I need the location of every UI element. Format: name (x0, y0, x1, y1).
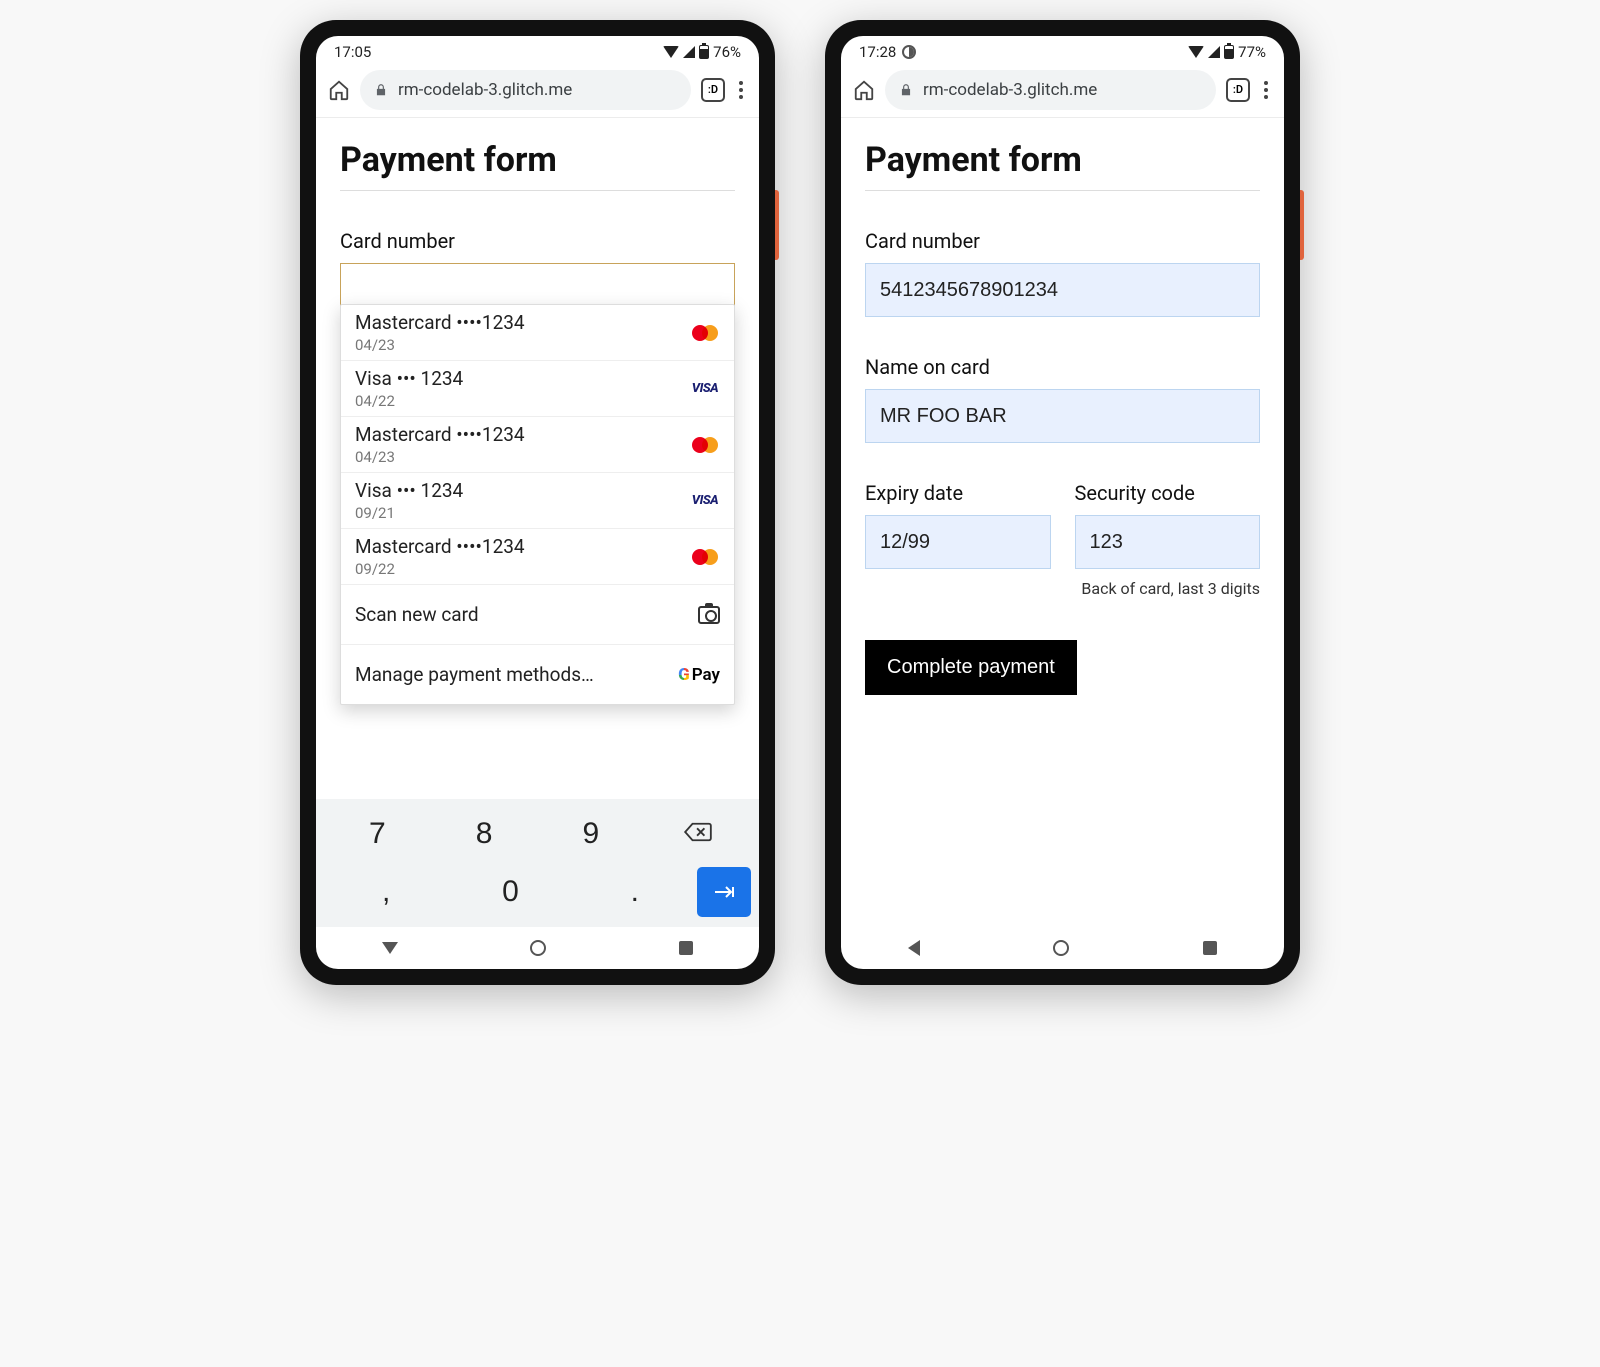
key-comma[interactable]: , (324, 865, 448, 919)
complete-payment-button[interactable]: Complete payment (865, 640, 1077, 695)
visa-icon: VISA (690, 491, 720, 511)
url-bar[interactable]: rm-codelab-3.glitch.me (885, 70, 1216, 110)
system-nav (316, 927, 759, 969)
autofill-card-expiry: 04/22 (355, 392, 690, 410)
battery-icon (1224, 45, 1234, 59)
url-bar[interactable]: rm-codelab-3.glitch.me (360, 70, 691, 110)
key-7[interactable]: 7 (324, 807, 431, 861)
battery-icon (699, 45, 709, 59)
autofill-card-title: Visa ••• 1234 (355, 479, 690, 502)
nav-home-icon[interactable] (530, 940, 546, 956)
browser-toolbar: rm-codelab-3.glitch.me :D (841, 68, 1284, 118)
autofill-manage-methods[interactable]: Manage payment methods…G Pay (341, 644, 734, 704)
autofill-card-row[interactable]: Mastercard ••••1234 04/23 (341, 305, 734, 360)
key-8[interactable]: 8 (431, 807, 538, 861)
mastercard-icon (690, 435, 720, 455)
autofill-card-title: Mastercard ••••1234 (355, 423, 690, 446)
page-content-right: Payment form Card number Name on card Ex… (841, 118, 1284, 927)
card-number-label: Card number (340, 229, 735, 253)
signal-icon (683, 46, 695, 58)
autofill-card-row[interactable]: Mastercard ••••1234 09/22 (341, 528, 734, 584)
lock-icon (374, 83, 388, 97)
autofill-scan-card[interactable]: Scan new card (341, 584, 734, 644)
tabs-button[interactable]: :D (701, 78, 725, 102)
overflow-menu-icon[interactable] (1260, 81, 1272, 99)
lock-icon (899, 83, 913, 97)
url-text: rm-codelab-3.glitch.me (398, 80, 572, 100)
autofill-card-expiry: 04/23 (355, 336, 690, 354)
home-icon[interactable] (328, 79, 350, 101)
key-enter[interactable] (697, 867, 751, 917)
expiry-input[interactable] (865, 515, 1051, 569)
key-dot[interactable]: . (573, 865, 697, 919)
phone-mock-right: 17:28 77% rm-codelab-3.glitch.me :D (825, 20, 1300, 985)
status-time: 17:05 (334, 43, 371, 61)
gpay-icon: G Pay (678, 665, 720, 685)
battery-level: 77% (1238, 43, 1266, 61)
visa-icon: VISA (690, 379, 720, 399)
nav-recent-icon[interactable] (679, 941, 693, 955)
autofill-card-row[interactable]: Visa ••• 1234 09/21 VISA (341, 472, 734, 528)
security-code-label: Security code (1075, 481, 1261, 505)
status-time: 17:28 (859, 43, 896, 61)
autofill-card-expiry: 04/23 (355, 448, 690, 466)
overflow-menu-icon[interactable] (735, 81, 747, 99)
page-content-left: Payment form Card number Mastercard ••••… (316, 118, 759, 799)
wifi-icon (1188, 46, 1204, 58)
mastercard-icon (690, 547, 720, 567)
screen-right: 17:28 77% rm-codelab-3.glitch.me :D (841, 36, 1284, 969)
page-title: Payment form (865, 140, 1260, 191)
autofill-card-title: Mastercard ••••1234 (355, 535, 690, 558)
battery-level: 76% (713, 43, 741, 61)
autofill-card-expiry: 09/21 (355, 504, 690, 522)
autofill-card-row[interactable]: Mastercard ••••1234 04/23 (341, 416, 734, 472)
system-nav (841, 927, 1284, 969)
mastercard-icon (690, 323, 720, 343)
card-number-input[interactable] (865, 263, 1260, 317)
camera-icon (698, 606, 720, 624)
autofill-dropdown: Mastercard ••••1234 04/23 Visa ••• 1234 … (340, 304, 735, 705)
tabs-button[interactable]: :D (1226, 78, 1250, 102)
scan-card-label: Scan new card (355, 591, 698, 638)
screen-left: 17:05 76% rm-codelab-3.glitch.me :D (316, 36, 759, 969)
home-icon[interactable] (853, 79, 875, 101)
key-9[interactable]: 9 (538, 807, 645, 861)
wifi-icon (663, 46, 679, 58)
expiry-label: Expiry date (865, 481, 1051, 505)
nav-recent-icon[interactable] (1203, 941, 1217, 955)
autofill-card-title: Mastercard ••••1234 (355, 311, 690, 334)
manage-methods-label: Manage payment methods… (355, 651, 678, 698)
key-backspace[interactable] (644, 807, 751, 861)
name-on-card-label: Name on card (865, 355, 1260, 379)
url-text: rm-codelab-3.glitch.me (923, 80, 1097, 100)
page-title: Payment form (340, 140, 735, 191)
status-bar: 17:28 77% (841, 36, 1284, 68)
nav-home-icon[interactable] (1053, 940, 1069, 956)
card-number-label: Card number (865, 229, 1260, 253)
status-bar: 17:05 76% (316, 36, 759, 68)
autofill-card-title: Visa ••• 1234 (355, 367, 690, 390)
security-code-hint: Back of card, last 3 digits (1075, 579, 1261, 598)
key-0[interactable]: 0 (448, 865, 572, 919)
browser-toolbar: rm-codelab-3.glitch.me :D (316, 68, 759, 118)
signal-icon (1208, 46, 1220, 58)
nav-back-icon[interactable] (908, 940, 920, 956)
name-on-card-input[interactable] (865, 389, 1260, 443)
autofill-card-expiry: 09/22 (355, 560, 690, 578)
numeric-keyboard: 7 8 9 , 0 . (316, 799, 759, 927)
nav-back-icon[interactable] (382, 942, 398, 954)
phone-mock-left: 17:05 76% rm-codelab-3.glitch.me :D (300, 20, 775, 985)
security-code-input[interactable] (1075, 515, 1261, 569)
data-saver-icon (902, 45, 916, 59)
autofill-card-row[interactable]: Visa ••• 1234 04/22 VISA (341, 360, 734, 416)
